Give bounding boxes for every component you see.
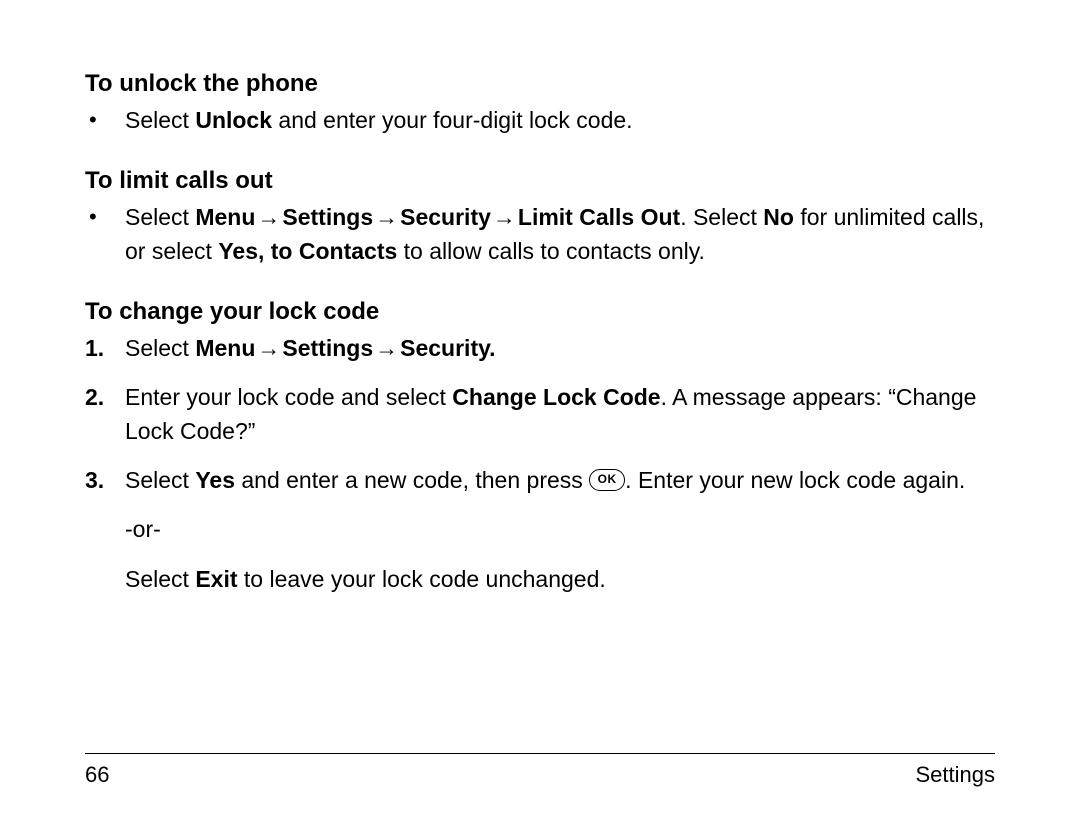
text: . Select xyxy=(680,204,763,230)
section-limit-calls: To limit calls out Select Menu → Setting… xyxy=(85,167,995,268)
step-3: 3. Select Yes and enter a new code, then… xyxy=(85,464,995,497)
manual-page: To unlock the phone Select Unlock and en… xyxy=(0,0,1080,834)
bold-unlock: Unlock xyxy=(195,107,272,133)
arrow-icon: → xyxy=(373,201,400,234)
step-number: 2. xyxy=(85,381,104,414)
page-footer: 66 Settings xyxy=(85,753,995,788)
text: to leave your lock code unchanged. xyxy=(238,566,606,592)
arrow-icon: → xyxy=(255,201,282,234)
step-number: 3. xyxy=(85,464,104,497)
path-menu: Menu xyxy=(195,204,255,230)
path-settings: Settings xyxy=(282,204,373,230)
arrow-icon: → xyxy=(373,332,400,365)
path-security: Security. xyxy=(400,335,495,361)
text: . Enter your new lock code again. xyxy=(625,467,965,493)
footer-divider xyxy=(85,753,995,754)
text: and enter a new code, then press xyxy=(235,467,589,493)
section-title: Settings xyxy=(916,762,996,788)
bullet-unlock: Select Unlock and enter your four-digit … xyxy=(85,104,995,137)
path-settings: Settings xyxy=(282,335,373,361)
section-change-lock-code: To change your lock code 1. Select Menu … xyxy=(85,298,995,596)
text: Select xyxy=(125,107,195,133)
bold-exit: Exit xyxy=(195,566,237,592)
text: Select xyxy=(125,335,195,361)
step-number: 1. xyxy=(85,332,104,365)
section-unlock: To unlock the phone Select Unlock and en… xyxy=(85,70,995,137)
ok-button-icon: OK xyxy=(589,469,625,491)
heading-unlock: To unlock the phone xyxy=(85,70,995,98)
page-number: 66 xyxy=(85,762,109,788)
path-menu: Menu xyxy=(195,335,255,361)
path-limit-calls-out: Limit Calls Out xyxy=(518,204,680,230)
text: Select xyxy=(125,204,195,230)
text: and enter your four-digit lock code. xyxy=(272,107,633,133)
step-2: 2. Enter your lock code and select Chang… xyxy=(85,381,995,448)
arrow-icon: → xyxy=(491,201,518,234)
text: to allow calls to contacts only. xyxy=(397,238,705,264)
bold-change-lock-code: Change Lock Code xyxy=(452,384,660,410)
bold-yes-to-contacts: Yes, to Contacts xyxy=(218,238,397,264)
text: Select xyxy=(125,566,195,592)
bold-yes: Yes xyxy=(195,467,235,493)
heading-limit-calls: To limit calls out xyxy=(85,167,995,195)
arrow-icon: → xyxy=(255,332,282,365)
bullet-limit-calls: Select Menu → Settings → Security → Limi… xyxy=(85,201,995,268)
text: Select xyxy=(125,467,195,493)
step-1: 1. Select Menu → Settings → Security. xyxy=(85,332,995,365)
or-separator: -or- xyxy=(85,513,995,546)
bold-no: No xyxy=(763,204,794,230)
alt-exit: Select Exit to leave your lock code unch… xyxy=(85,563,995,596)
heading-change-lock: To change your lock code xyxy=(85,298,995,326)
path-security: Security xyxy=(400,204,491,230)
text: Enter your lock code and select xyxy=(125,384,452,410)
